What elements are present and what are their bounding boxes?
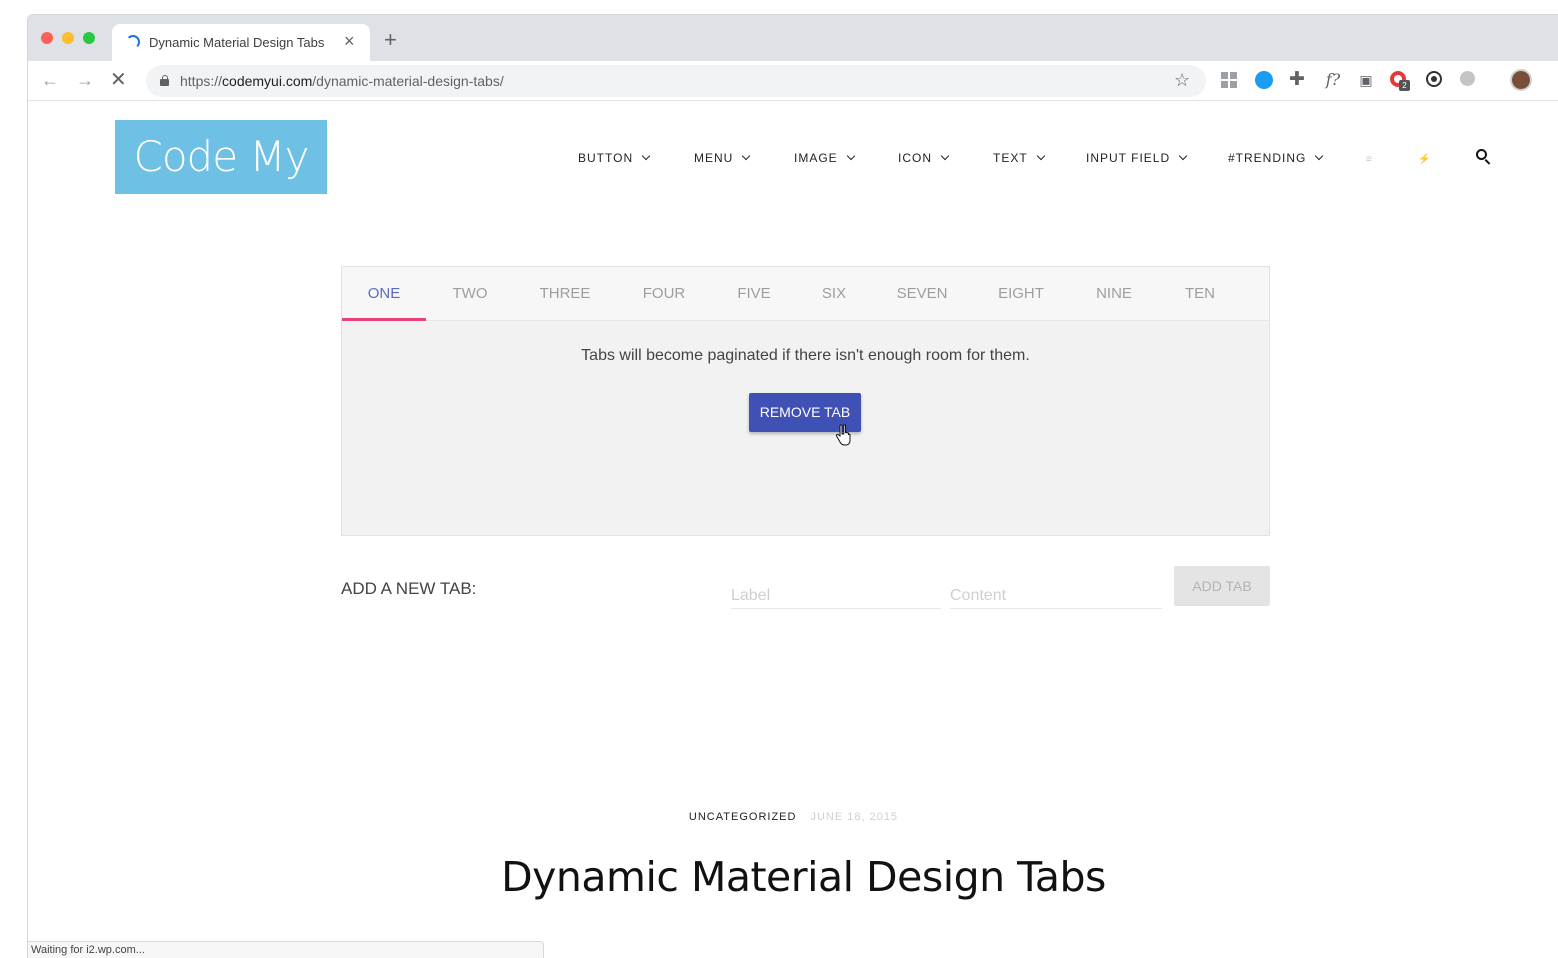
site-logo[interactable]: Code My UI (115, 120, 327, 255)
post-date: JUNE 18, 2015 (810, 811, 899, 823)
url-host: codemyui.com (222, 73, 313, 89)
new-tab-button[interactable]: + (384, 29, 397, 51)
extension-grid-icon[interactable] (1220, 71, 1238, 89)
nav-item-icon[interactable]: ICON (898, 151, 950, 165)
extension-record-icon[interactable] (1426, 71, 1444, 89)
post-title: Dynamic Material Design Tabs (501, 853, 1106, 901)
browser-toolbar: ← → ✕ https://codemyui.com/dynamic-mater… (28, 61, 1558, 101)
tab-one[interactable]: ONE (342, 267, 426, 321)
url-scheme: https:// (180, 73, 223, 89)
nav-item-label: MENU (694, 151, 734, 165)
post-category-link[interactable]: UNCATEGORIZED (689, 811, 797, 823)
minimize-window-button[interactable] (62, 32, 74, 44)
close-window-button[interactable] (41, 32, 53, 44)
chevron-down-icon (742, 151, 751, 161)
nav-item-label: TEXT (993, 151, 1028, 165)
browser-tab[interactable]: Dynamic Material Design Tabs × (112, 24, 370, 61)
loading-spinner-icon (126, 35, 140, 49)
hand-cursor-icon (835, 424, 851, 446)
web-page: Code My UI BUTTON MENU IMAGE ICON TEXT I… (28, 101, 1558, 958)
desktop-background-left (0, 0, 27, 958)
add-tab-button[interactable]: ADD TAB (1174, 566, 1270, 606)
tab-label-input[interactable] (731, 583, 941, 609)
nav-item-label: #TRENDING (1228, 151, 1307, 165)
nav-item-input-field[interactable]: INPUT FIELD (1086, 151, 1188, 165)
browser-status-bar: Waiting for i2.wp.com... (28, 941, 544, 958)
extension-font-icon[interactable]: f? (1322, 71, 1344, 89)
tab-ten[interactable]: TEN (1158, 267, 1242, 321)
tab-content-input[interactable] (950, 583, 1162, 609)
menu-kebab-icon[interactable]: ⋮ (1550, 70, 1558, 88)
add-new-tab-label: ADD A NEW TAB: (341, 579, 477, 598)
nav-item-label: INPUT FIELD (1086, 151, 1171, 165)
nav-item-image[interactable]: IMAGE (794, 151, 855, 165)
tab-three[interactable]: THREE (518, 267, 612, 321)
chevron-down-icon (1315, 151, 1324, 161)
address-bar[interactable]: https://codemyui.com/dynamic-material-de… (146, 65, 1206, 97)
tabs-bar: ONE TWO THREE FOUR FIVE SIX SEVEN EIGHT … (342, 267, 1269, 321)
chevron-down-icon (1036, 151, 1045, 161)
desktop-background (0, 0, 1558, 14)
chevron-down-icon (940, 151, 950, 161)
browser-window: Dynamic Material Design Tabs × + ← → ✕ h… (27, 14, 1558, 958)
url-text[interactable]: https://codemyui.com/dynamic-material-de… (180, 73, 504, 89)
profile-avatar[interactable] (1510, 69, 1532, 91)
tab-eight[interactable]: EIGHT (976, 267, 1066, 321)
extension-blue-circle-icon[interactable] (1255, 71, 1273, 89)
tab-strip: Dynamic Material Design Tabs × + (28, 15, 1558, 61)
forward-arrow-icon[interactable]: → (76, 69, 94, 91)
chevron-down-icon (641, 151, 651, 161)
url-path: /dynamic-material-design-tabs/ (312, 73, 504, 89)
bookmark-star-icon[interactable]: ☆ (1174, 70, 1190, 91)
tabs-demo-card: ONE TWO THREE FOUR FIVE SIX SEVEN EIGHT … (341, 266, 1270, 536)
nav-item-label: IMAGE (794, 151, 838, 165)
tab-nine[interactable]: NINE (1072, 267, 1156, 321)
extension-grey-circle-icon[interactable] (1460, 71, 1478, 89)
active-tab-indicator (342, 318, 426, 321)
nav-item-menu[interactable]: MENU (694, 151, 751, 165)
search-icon[interactable] (1476, 149, 1491, 165)
browser-tab-title: Dynamic Material Design Tabs (149, 35, 325, 50)
chevron-down-icon (846, 151, 855, 161)
tab-five[interactable]: FIVE (712, 267, 796, 321)
nav-item-trending[interactable]: #TRENDING (1228, 151, 1324, 165)
tab-seven[interactable]: SEVEN (877, 267, 967, 321)
nav-item-label: BUTTON (578, 151, 634, 165)
tab-six[interactable]: SIX (794, 267, 874, 321)
close-tab-icon[interactable]: × (344, 31, 355, 51)
nav-list-icon[interactable]: ≡ (1366, 154, 1372, 165)
tab-four[interactable]: FOUR (620, 267, 708, 321)
nav-item-button[interactable]: BUTTON (578, 151, 651, 165)
nav-lightning-icon[interactable]: ⚡ (1418, 154, 1430, 165)
extension-badge: 2 (1399, 80, 1410, 91)
tab-content-text: Tabs will become paginated if there isn'… (581, 347, 1030, 364)
nav-item-label: ICON (898, 151, 932, 165)
nav-item-text[interactable]: TEXT (993, 151, 1045, 165)
extension-move-icon[interactable]: ✚ (1288, 70, 1306, 89)
stop-loading-icon[interactable]: ✕ (110, 69, 127, 91)
lock-icon (160, 75, 169, 86)
back-arrow-icon[interactable]: ← (41, 69, 59, 91)
extension-camera-icon[interactable]: ▣ (1357, 71, 1375, 89)
extension-red-ring-icon[interactable]: 2 (1390, 71, 1410, 91)
chevron-down-icon (1178, 151, 1188, 161)
tab-two[interactable]: TWO (428, 267, 512, 321)
maximize-window-button[interactable] (83, 32, 95, 44)
post-meta: UNCATEGORIZED JUNE 18, 2015 (28, 811, 1558, 823)
